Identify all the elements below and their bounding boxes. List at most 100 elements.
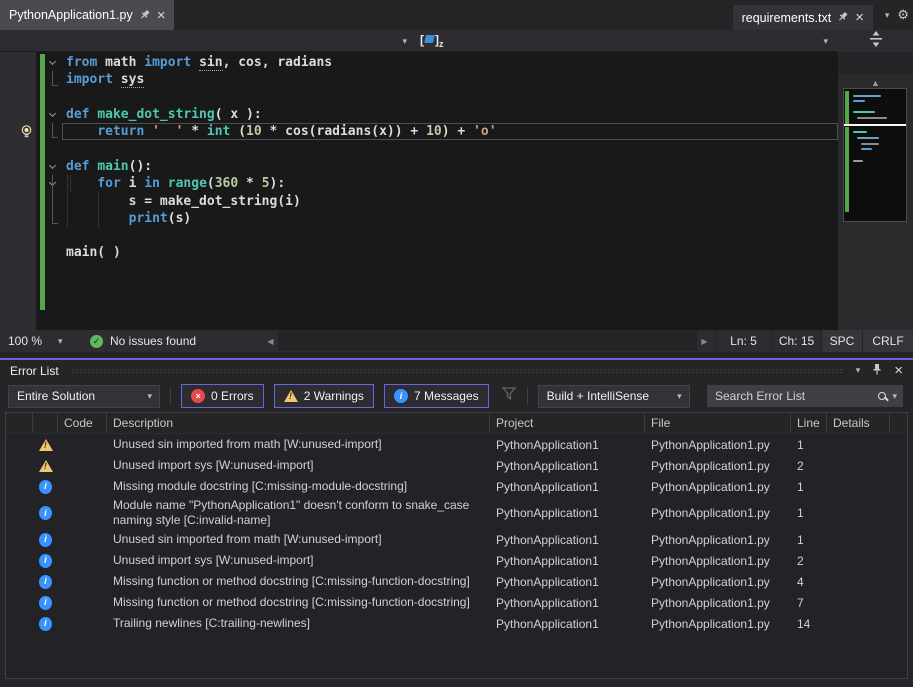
- search-input[interactable]: [707, 389, 878, 403]
- lightbulb-icon[interactable]: [20, 125, 33, 144]
- error-row[interactable]: Missing function or method docstring [C:…: [6, 571, 907, 592]
- nav-project-dropdown[interactable]: ▾: [0, 30, 415, 52]
- source-filter-dropdown[interactable]: Build + IntelliSense ▾: [538, 385, 690, 408]
- error-list-panel: Error List ▾ × Entire Solution ▾ × 0 Err…: [0, 358, 913, 687]
- header-code[interactable]: Code: [58, 413, 107, 433]
- info-icon: [39, 480, 52, 494]
- vertical-scrollbar[interactable]: ▲ ▼: [838, 74, 913, 352]
- line-indicator[interactable]: Ln: 5: [715, 330, 771, 352]
- errors-toggle-button[interactable]: × 0 Errors: [181, 384, 264, 408]
- eol-indicator[interactable]: CRLF: [862, 330, 913, 352]
- code-line[interactable]: def make_dot_string( x ):: [62, 106, 838, 123]
- error-row[interactable]: Unused import sys [W:unused-import]Pytho…: [6, 455, 907, 476]
- error-description: Missing module docstring [C:missing-modu…: [107, 476, 490, 497]
- scroll-up-icon[interactable]: ▲: [838, 78, 913, 88]
- error-description: Unused sin imported from math [W:unused-…: [107, 434, 490, 455]
- pin-panel-icon[interactable]: [872, 362, 882, 380]
- close-tab-icon[interactable]: ×: [157, 8, 166, 23]
- column-indicator[interactable]: Ch: 15: [771, 330, 821, 352]
- error-description: Missing function or method docstring [C:…: [107, 571, 490, 592]
- panel-title: Error List: [10, 364, 59, 378]
- tab-label: requirements.txt: [742, 11, 832, 25]
- fold-chevron-icon[interactable]: [49, 58, 56, 65]
- chevron-down-icon: ▾: [677, 391, 682, 402]
- error-row[interactable]: Missing module docstring [C:missing-modu…: [6, 476, 907, 497]
- error-description: Missing function or method docstring [C:…: [107, 592, 490, 613]
- header-line[interactable]: Line: [791, 413, 827, 433]
- nav-member-dropdown[interactable]: []z ▾: [415, 30, 838, 52]
- panel-title-bar[interactable]: Error List ▾ ×: [0, 360, 913, 381]
- header-description[interactable]: Description: [107, 413, 490, 433]
- error-table-header: Code Description Project File Line Detai…: [6, 413, 907, 434]
- error-row[interactable]: Unused sin imported from math [W:unused-…: [6, 529, 907, 550]
- horizontal-scrollbar[interactable]: ◀ ▶: [263, 331, 712, 351]
- pin-tab-icon[interactable]: [140, 9, 150, 22]
- minimap[interactable]: [843, 88, 907, 222]
- error-description: Unused sin imported from math [W:unused-…: [107, 529, 490, 550]
- code-line[interactable]: s = make_dot_string(i): [62, 192, 838, 209]
- code-line[interactable]: print(s): [62, 210, 838, 227]
- info-icon: [394, 389, 408, 403]
- scope-guide: [52, 175, 58, 224]
- header-project[interactable]: Project: [490, 413, 645, 433]
- chevron-down-icon: ▾: [402, 36, 407, 47]
- header-pad: [890, 413, 907, 433]
- code-line[interactable]: [62, 140, 838, 157]
- warnings-toggle-button[interactable]: 2 Warnings: [274, 384, 374, 408]
- scroll-right-icon[interactable]: ▶: [697, 331, 712, 351]
- glyph-margin[interactable]: [0, 52, 36, 330]
- window-position-chevron-icon[interactable]: ▾: [856, 365, 861, 376]
- drag-grip[interactable]: [71, 368, 844, 374]
- scrollbar-track[interactable]: [278, 331, 697, 351]
- error-row[interactable]: Missing function or method docstring [C:…: [6, 592, 907, 613]
- search-icon[interactable]: [878, 392, 886, 400]
- code-line[interactable]: def main():: [62, 158, 838, 175]
- fold-chevron-icon[interactable]: [49, 110, 56, 117]
- tab-list-chevron-icon[interactable]: ▾: [885, 10, 890, 21]
- code-editor[interactable]: from math import sin, cos, radiansimport…: [0, 52, 838, 330]
- scroll-left-icon[interactable]: ◀: [263, 331, 278, 351]
- minimap-code: [853, 111, 875, 113]
- code-line[interactable]: return ' ' * int (10 * cos(radians(x)) +…: [62, 123, 838, 140]
- header-details[interactable]: Details: [827, 413, 890, 433]
- search-options-chevron-icon[interactable]: ▾: [892, 391, 897, 402]
- code-line[interactable]: [62, 227, 838, 244]
- settings-gear-icon[interactable]: ⚙: [897, 7, 909, 23]
- code-line[interactable]: for i in range(360 * 5):: [62, 175, 838, 192]
- header-severity[interactable]: [33, 413, 58, 433]
- error-row[interactable]: Unused sin imported from math [W:unused-…: [6, 434, 907, 455]
- vs-window: PythonApplication1.py × requirements.txt…: [0, 0, 913, 687]
- code-line[interactable]: from math import sin, cos, radians: [62, 54, 838, 71]
- close-panel-icon[interactable]: ×: [894, 363, 903, 378]
- error-row[interactable]: Unused import sys [W:unused-import]Pytho…: [6, 550, 907, 571]
- scope-filter-dropdown[interactable]: Entire Solution ▾: [8, 385, 160, 408]
- code-line[interactable]: [62, 89, 838, 106]
- error-description: Trailing newlines [C:trailing-newlines]: [107, 613, 490, 634]
- messages-toggle-button[interactable]: 7 Messages: [384, 384, 489, 408]
- zoom-selector[interactable]: 100 % ▾: [0, 330, 74, 352]
- indent-mode-indicator[interactable]: SPC: [821, 330, 862, 352]
- error-row[interactable]: Module name "PythonApplication1" doesn't…: [6, 497, 907, 529]
- issues-text: No issues found: [110, 334, 196, 348]
- chevron-down-icon: ▾: [823, 36, 828, 47]
- fold-chevron-icon[interactable]: [49, 162, 56, 169]
- minimap-code: [861, 143, 879, 145]
- info-icon: [39, 533, 52, 547]
- keep-open-icon[interactable]: [838, 11, 848, 24]
- change-tracking-bar: [40, 54, 45, 310]
- code-line[interactable]: import sys: [62, 71, 838, 88]
- header-blank[interactable]: [6, 413, 33, 433]
- minimap-code: [853, 160, 863, 162]
- toolbar-separator: [170, 387, 171, 405]
- close-tab-icon[interactable]: ×: [855, 10, 864, 25]
- tab-label: PythonApplication1.py: [9, 8, 133, 22]
- code-line[interactable]: main( ): [62, 244, 838, 261]
- header-file[interactable]: File: [645, 413, 791, 433]
- split-window-icon[interactable]: [869, 31, 883, 52]
- tab-pythonapplication1[interactable]: PythonApplication1.py ×: [0, 0, 174, 30]
- error-row[interactable]: Trailing newlines [C:trailing-newlines]P…: [6, 613, 907, 634]
- filter-icon[interactable]: [501, 386, 517, 406]
- tab-requirements[interactable]: requirements.txt ×: [733, 5, 873, 30]
- scope-guide: [52, 123, 58, 138]
- issues-indicator[interactable]: ✓ No issues found: [90, 334, 250, 348]
